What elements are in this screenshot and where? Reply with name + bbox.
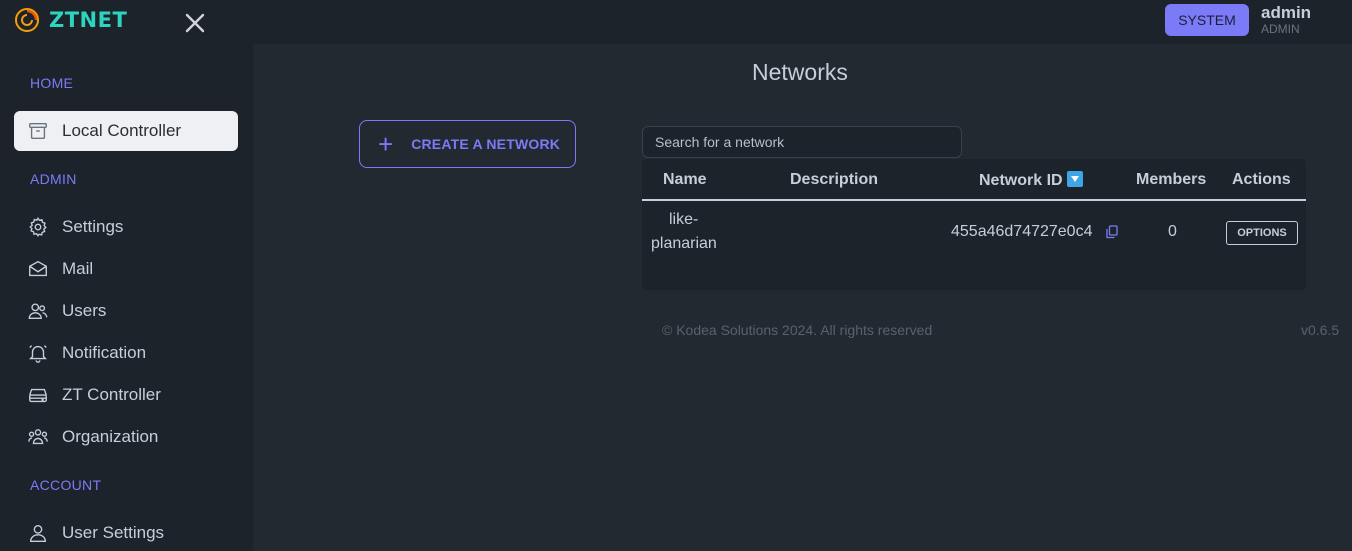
- sidebar-item-label: Local Controller: [62, 121, 182, 140]
- member-count: 0: [1168, 223, 1177, 240]
- user-menu[interactable]: admin ADMIN: [1261, 3, 1312, 37]
- networks-table: Name Description Network ID Members Acti…: [642, 159, 1306, 290]
- column-header-actions: Actions: [1232, 171, 1291, 188]
- user-icon: [29, 524, 47, 542]
- organization-icon: [28, 429, 48, 445]
- copy-icon[interactable]: [1106, 225, 1118, 239]
- sidebar-item-local-controller[interactable]: Local Controller: [14, 111, 238, 151]
- footer-copyright: © Kodea Solutions 2024. All rights reser…: [662, 322, 933, 338]
- sidebar-item-label: Users: [62, 301, 107, 320]
- options-button[interactable]: OPTIONS: [1226, 221, 1298, 245]
- column-header-network-id[interactable]: Network ID: [979, 171, 1083, 190]
- bell-icon: [29, 345, 47, 363]
- sort-descending-icon[interactable]: [1066, 171, 1083, 187]
- top-bar: ZTNET SYSTEM admin ADMIN: [0, 0, 1352, 44]
- network-name-line1[interactable]: like-: [669, 211, 698, 229]
- sidebar-item-label: ZT Controller: [62, 385, 161, 404]
- section-title-account: ACCOUNT: [30, 477, 102, 493]
- column-header-description[interactable]: Description: [790, 171, 878, 189]
- sidebar-item-zt-controller[interactable]: ZT Controller: [14, 375, 238, 415]
- network-name-line2[interactable]: planarian: [651, 235, 717, 253]
- column-header-network-id-label: Network ID: [979, 172, 1063, 189]
- users-icon: [28, 303, 48, 320]
- sidebar-item-label: Mail: [62, 259, 94, 278]
- section-title-admin: ADMIN: [30, 171, 77, 187]
- plus-icon: +: [378, 129, 394, 159]
- sidebar-item-label: User Settings: [62, 523, 165, 542]
- sidebar-item-mail[interactable]: Mail: [14, 249, 238, 289]
- logo[interactable]: ZTNET: [14, 7, 127, 33]
- user-role: ADMIN: [1261, 22, 1300, 36]
- create-network-label: CREATE A NETWORK: [411, 136, 561, 152]
- table-header-divider: [642, 199, 1306, 201]
- close-sidebar-icon[interactable]: [182, 10, 208, 36]
- sidebar-item-label: Organization: [62, 427, 159, 446]
- footer-version: v0.6.5: [1301, 322, 1340, 338]
- create-network-button[interactable]: + CREATE A NETWORK: [359, 120, 576, 168]
- sidebar-item-label: Settings: [62, 217, 124, 236]
- sidebar-item-notification[interactable]: Notification: [14, 333, 238, 373]
- section-title-home: HOME: [30, 75, 74, 91]
- user-name: admin: [1261, 3, 1312, 22]
- system-button[interactable]: SYSTEM: [1165, 4, 1249, 36]
- mail-icon: [29, 260, 47, 277]
- network-id: 455a46d74727e0c4: [951, 223, 1093, 240]
- archive-icon: [29, 122, 47, 140]
- sidebar-item-organization[interactable]: Organization: [14, 417, 238, 457]
- sidebar-item-settings[interactable]: Settings: [14, 207, 238, 247]
- server-icon: [29, 388, 47, 403]
- sidebar: HOME Local Controller ADMIN Settings Mai…: [0, 44, 253, 551]
- sidebar-item-user-settings[interactable]: User Settings: [14, 513, 238, 551]
- page-title: Networks: [752, 59, 848, 85]
- search-network-input[interactable]: [642, 126, 962, 158]
- sidebar-item-users[interactable]: Users: [14, 291, 238, 331]
- column-header-members[interactable]: Members: [1136, 171, 1206, 189]
- sidebar-item-label: Notification: [62, 343, 147, 362]
- gear-icon: [29, 217, 47, 237]
- app-name: ZTNET: [49, 8, 128, 32]
- column-header-name[interactable]: Name: [663, 171, 707, 189]
- ztnet-logo-icon: [15, 8, 39, 32]
